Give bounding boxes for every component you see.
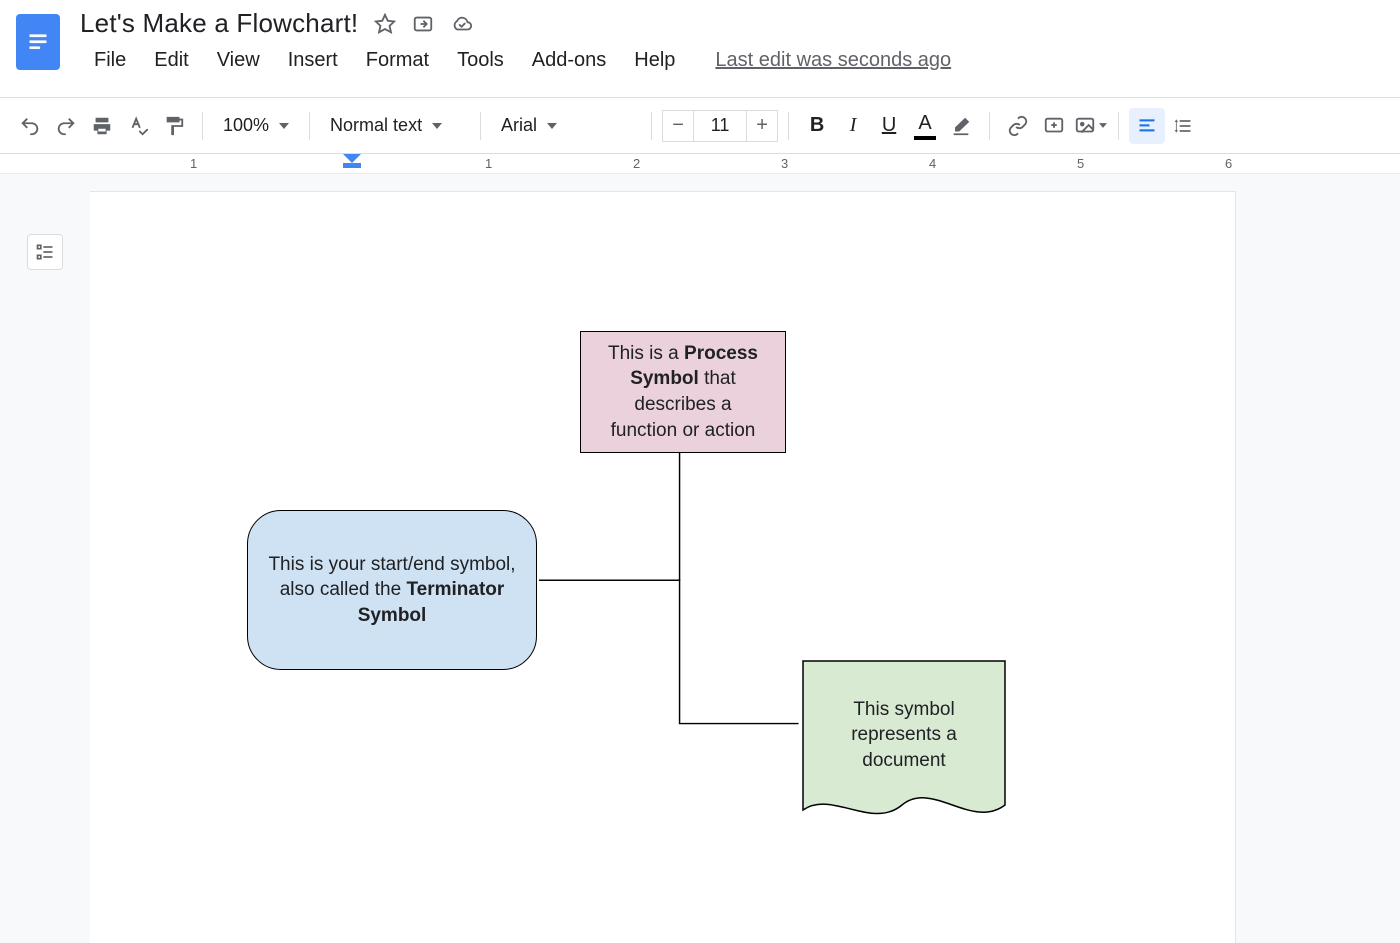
document-symbol-shape[interactable]: This symbol represents a document (802, 660, 1006, 830)
chevron-down-icon (432, 123, 442, 129)
font-family-value: Arial (501, 115, 537, 136)
paint-format-button[interactable] (156, 108, 192, 144)
menu-file[interactable]: File (80, 43, 140, 78)
process-symbol-text: This is a Process Symbol that describes … (599, 341, 767, 444)
process-symbol-shape[interactable]: This is a Process Symbol that describes … (580, 331, 786, 453)
chevron-down-icon (547, 123, 557, 129)
indent-marker-icon[interactable] (343, 154, 361, 175)
font-family-select[interactable]: Arial (491, 115, 641, 136)
text-color-button[interactable]: A (907, 108, 943, 144)
chevron-down-icon (1099, 123, 1107, 128)
star-icon[interactable] (374, 13, 396, 35)
cloud-status-icon[interactable] (450, 13, 474, 35)
terminator-symbol-shape[interactable]: This is your start/end symbol, also call… (247, 510, 537, 670)
highlight-color-button[interactable] (943, 108, 979, 144)
align-left-button[interactable] (1129, 108, 1165, 144)
app-header: Let's Make a Flowchart! File Edit View I… (0, 0, 1400, 98)
underline-button[interactable]: U (871, 108, 907, 144)
font-size-stepper: − 11 + (662, 110, 778, 142)
insert-comment-button[interactable] (1036, 108, 1072, 144)
insert-image-button[interactable] (1072, 108, 1108, 144)
toolbar-separator (788, 112, 789, 140)
last-edit-link[interactable]: Last edit was seconds ago (715, 49, 951, 72)
chevron-down-icon (279, 123, 289, 129)
toolbar-separator (480, 112, 481, 140)
italic-button[interactable]: I (835, 108, 871, 144)
font-size-increase-button[interactable]: + (746, 110, 778, 142)
paragraph-style-select[interactable]: Normal text (320, 115, 470, 136)
menu-tools[interactable]: Tools (443, 43, 518, 78)
toolbar-separator (989, 112, 990, 140)
horizontal-ruler[interactable]: 1 1 2 3 4 5 6 (0, 154, 1400, 174)
font-size-value[interactable]: 11 (694, 110, 746, 142)
text-color-swatch (914, 136, 936, 140)
menu-bar: File Edit View Insert Format Tools Add-o… (80, 43, 1384, 78)
move-folder-icon[interactable] (412, 13, 434, 35)
editor-workspace: This is a Process Symbol that describes … (0, 174, 1400, 943)
line-spacing-button[interactable] (1165, 108, 1201, 144)
docs-logo-icon[interactable] (16, 14, 60, 70)
bold-button[interactable]: B (799, 108, 835, 144)
zoom-value: 100% (223, 115, 269, 136)
title-row: Let's Make a Flowchart! (80, 8, 1384, 39)
toolbar: 100% Normal text Arial − 11 + B I U A (0, 98, 1400, 154)
document-symbol-text: This symbol represents a document (820, 697, 988, 794)
undo-button[interactable] (12, 108, 48, 144)
toolbar-separator (309, 112, 310, 140)
toolbar-separator (651, 112, 652, 140)
paragraph-style-value: Normal text (330, 115, 422, 136)
print-button[interactable] (84, 108, 120, 144)
menu-view[interactable]: View (203, 43, 274, 78)
spellcheck-button[interactable] (120, 108, 156, 144)
toolbar-separator (1118, 112, 1119, 140)
menu-format[interactable]: Format (352, 43, 443, 78)
document-title[interactable]: Let's Make a Flowchart! (80, 8, 358, 39)
menu-help[interactable]: Help (620, 43, 689, 78)
document-outline-button[interactable] (27, 234, 63, 270)
menu-insert[interactable]: Insert (274, 43, 352, 78)
insert-link-button[interactable] (1000, 108, 1036, 144)
terminator-symbol-text: This is your start/end symbol, also call… (266, 552, 518, 629)
font-size-decrease-button[interactable]: − (662, 110, 694, 142)
left-gutter (0, 174, 90, 943)
redo-button[interactable] (48, 108, 84, 144)
menu-edit[interactable]: Edit (140, 43, 202, 78)
zoom-select[interactable]: 100% (213, 115, 299, 136)
toolbar-separator (202, 112, 203, 140)
document-page[interactable]: This is a Process Symbol that describes … (90, 192, 1235, 943)
menu-addons[interactable]: Add-ons (518, 43, 621, 78)
page-container: This is a Process Symbol that describes … (90, 174, 1400, 943)
